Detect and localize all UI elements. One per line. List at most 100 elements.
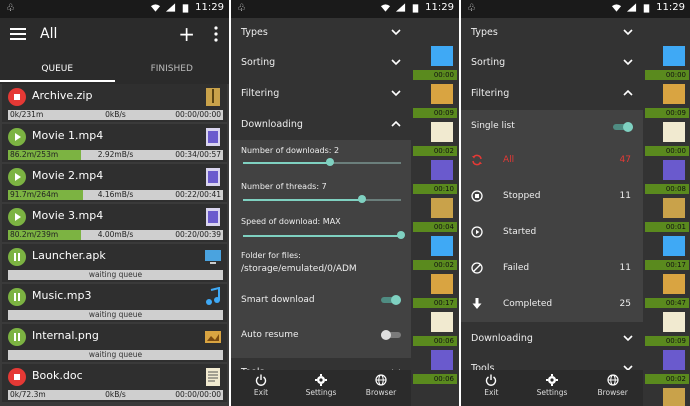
section-types[interactable]: Types [231,18,411,48]
file-type-icon [431,236,453,256]
add-download-button[interactable]: + [178,24,195,44]
filter-item-completed[interactable]: Completed 25 [461,288,643,322]
more-options-icon[interactable] [213,26,219,42]
folder-path[interactable]: /storage/emulated/0/ADM [241,264,357,274]
pause-icon [14,253,20,261]
filter-options: Single list All 47 Stopped 11 Started Failed 1… [461,110,643,322]
section-sorting[interactable]: Sorting [461,48,643,78]
speed-of-download-slider[interactable] [243,231,405,241]
section-downloading[interactable]: Downloading [231,110,411,140]
pause-button[interactable] [8,288,26,306]
section-sorting[interactable]: Sorting [231,48,411,78]
download-item[interactable]: Music.mp3 waiting queue [2,284,227,322]
power-icon [486,374,497,386]
drawer-panel: Types Sorting Filtering Downloading Numb… [231,18,411,406]
play-icon [15,173,21,181]
elapsed-time: 00:02 [645,374,689,384]
filter-item-started[interactable]: Started [461,216,643,250]
download-item[interactable]: Internal.png waiting queue [2,324,227,362]
background-list-item: 00:02 [645,348,689,386]
file-name: Archive.zip [32,89,93,102]
status-bar: ♧ 11:29 [0,0,229,18]
number-of-threads-slider[interactable] [243,195,401,205]
stop-circle-icon [471,190,483,202]
play-button[interactable] [8,208,26,226]
exit-button[interactable]: Exit [231,370,291,406]
smart-download-toggle[interactable] [381,295,401,305]
file-type-icon [663,160,685,180]
browser-button[interactable]: Browser [351,370,411,406]
progress-bar: waiting queue [8,270,223,280]
exit-button[interactable]: Exit [461,370,522,406]
stop-icon [14,94,20,100]
download-arrow-icon [471,298,483,310]
tab-finished[interactable]: FINISHED [115,54,230,82]
download-item[interactable]: Movie 3.mp4 80.2m/239m 4.00mB/s 00:20/00:39 [2,204,227,242]
number-of-downloads-slider[interactable] [243,158,401,168]
auto-resume-label: Auto resume [241,330,299,340]
file-type-icon [431,122,453,142]
play-icon [15,133,21,141]
notification-icon: ♧ [237,3,246,14]
background-list-item: 00:10 [413,158,457,196]
filter-drawer-screen: ♧ 11:29 00:00 00:09 00:00 00:08 00:01 00:17 00… [461,0,690,406]
tab-queue[interactable]: QUEUE [0,54,115,82]
filter-count: 25 [619,299,631,309]
wifi-icon [381,3,391,12]
play-button[interactable] [8,128,26,146]
file-name: Book.doc [32,369,83,382]
chevron-down-icon [391,59,401,66]
play-button[interactable] [8,168,26,186]
chevron-down-icon [391,29,401,36]
hamburger-menu-icon[interactable] [10,27,26,41]
elapsed-time: 00:09 [413,108,457,118]
section-types[interactable]: Types [461,18,643,48]
section-filtering[interactable]: Filtering [461,79,643,109]
background-list-item: 00:02 [413,120,457,158]
download-item[interactable]: Movie 1.mp4 86.2m/253m 2.92mB/s 00:34/00:57 [2,124,227,162]
chevron-down-icon [623,335,633,342]
download-item[interactable]: Book.doc 0k/72.3m 0kB/s 00:00/00:00 [2,364,227,402]
folder-label: Folder for files: [241,251,301,260]
download-item[interactable]: Movie 2.mp4 91.7m/264m 4.16mB/s 00:22/00:41 [2,164,227,202]
slider-thumb[interactable] [397,231,405,239]
progress-bar: waiting queue [8,350,223,360]
single-list-toggle[interactable] [613,122,633,132]
settings-button[interactable]: Settings [291,370,351,406]
pause-icon [14,293,20,301]
stop-button[interactable] [8,368,26,386]
section-downloading[interactable]: Downloading [461,324,643,354]
browser-button[interactable]: Browser [582,370,643,406]
waiting-status: waiting queue [88,270,143,279]
download-item[interactable]: Launcher.apk waiting queue [2,244,227,282]
slider-thumb[interactable] [357,195,366,203]
stop-button[interactable] [8,88,26,106]
elapsed-time: 00:00/00:00 [175,110,221,119]
battery-icon [643,3,650,13]
section-filtering[interactable]: Filtering [231,79,411,109]
background-list-item: 00:01 [645,196,689,234]
pause-button[interactable] [8,248,26,266]
pause-button[interactable] [8,328,26,346]
file-type-icon [663,312,685,332]
archive-icon [205,87,221,107]
settings-button[interactable]: Settings [522,370,583,406]
wifi-icon [612,3,622,12]
chevron-down-icon [623,59,633,66]
pause-icon [14,333,20,341]
file-type-icon [663,122,685,142]
auto-resume-toggle[interactable] [381,330,401,340]
background-list-item: 00:02 [413,234,457,272]
slider-thumb[interactable] [325,158,334,166]
background-list-item: 00:09 [645,310,689,348]
play-circle-icon [471,226,483,238]
filter-item-stopped[interactable]: Stopped 11 [461,180,643,214]
elapsed-time: 00:00 [645,70,689,80]
filter-count: 47 [619,155,631,165]
filter-item-failed[interactable]: Failed 11 [461,252,643,286]
filter-item-all[interactable]: All 47 [461,144,643,178]
elapsed-time: 00:47 [645,298,689,308]
filter-label: All [503,155,515,165]
download-item[interactable]: Archive.zip 0k/231m 0kB/s 00:00/00:00 [2,84,227,122]
elapsed-time: 00:02 [413,146,457,156]
